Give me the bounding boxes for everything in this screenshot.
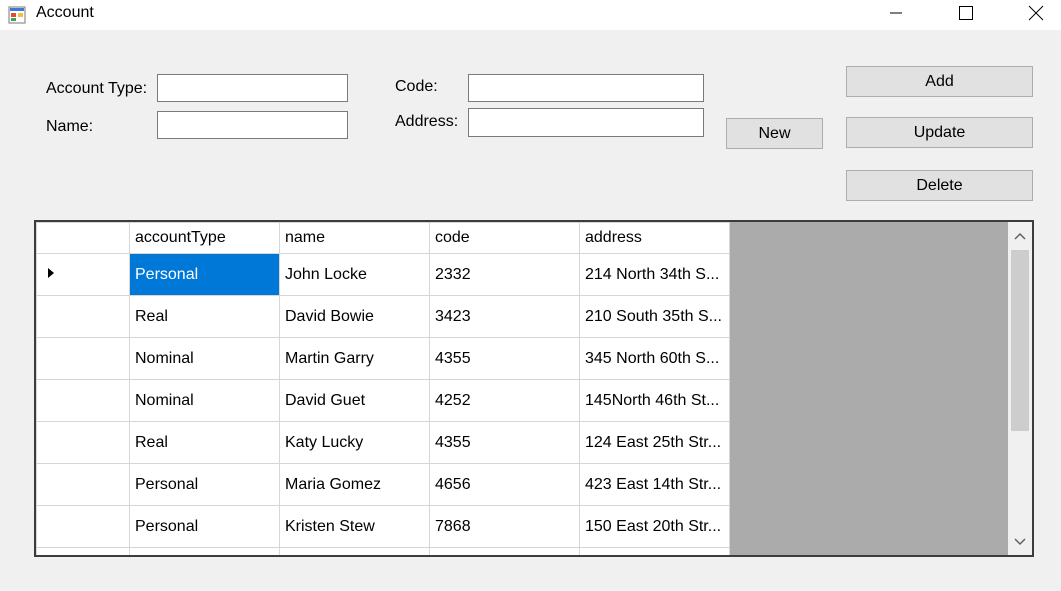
row-header[interactable] <box>36 295 130 338</box>
cell-name[interactable]: David Bowie <box>279 295 430 338</box>
cell-address[interactable]: 124 East 25th Str... <box>579 421 730 464</box>
table-row[interactable]: Personal John Locke 2332 214 North 34th … <box>36 253 730 296</box>
chevron-down-icon <box>1014 534 1026 550</box>
column-header-name[interactable]: name <box>279 222 430 254</box>
cell-code[interactable]: 3423 <box>429 295 580 338</box>
title-bar: Account <box>0 0 1061 30</box>
row-header[interactable] <box>36 505 130 548</box>
current-row-arrow-icon <box>47 266 55 284</box>
cell-name[interactable]: John Locke <box>279 253 430 296</box>
table-row[interactable]: Nominal Martin Garry 4355 345 North 60th… <box>36 337 730 380</box>
cell-address[interactable]: 150 East 20th Str... <box>579 505 730 548</box>
delete-button[interactable]: Delete <box>846 170 1033 201</box>
header-row: accountType name code address <box>36 222 730 254</box>
scroll-down-button[interactable] <box>1008 531 1032 553</box>
cell-accounttype[interactable] <box>129 547 280 555</box>
scroll-thumb[interactable] <box>1011 250 1029 431</box>
address-input[interactable] <box>468 108 704 137</box>
maximize-icon <box>958 5 974 25</box>
column-header-address[interactable]: address <box>579 222 730 254</box>
row-header[interactable] <box>36 421 130 464</box>
close-button[interactable] <box>1013 0 1059 30</box>
add-button[interactable]: Add <box>846 66 1033 97</box>
cell-address[interactable] <box>579 547 730 555</box>
cell-accounttype[interactable]: Nominal <box>129 379 280 422</box>
cell-code[interactable]: 4252 <box>429 379 580 422</box>
cell-name[interactable]: David Guet <box>279 379 430 422</box>
chevron-up-icon <box>1014 228 1026 244</box>
column-header-code[interactable]: code <box>429 222 580 254</box>
cell-address[interactable]: 210 South 35th S... <box>579 295 730 338</box>
row-header[interactable] <box>36 337 130 380</box>
cell-name[interactable]: Maria Gomez <box>279 463 430 506</box>
close-icon <box>1028 5 1044 25</box>
cell-name[interactable]: Martin Garry <box>279 337 430 380</box>
update-button[interactable]: Update <box>846 117 1033 148</box>
cell-code[interactable] <box>429 547 580 555</box>
cell-code[interactable]: 7868 <box>429 505 580 548</box>
code-input[interactable] <box>468 74 704 102</box>
table-row[interactable]: Personal Kristen Stew 7868 150 East 20th… <box>36 505 730 548</box>
row-header[interactable] <box>36 547 130 555</box>
row-header[interactable] <box>36 379 130 422</box>
table-row[interactable]: Personal Maria Gomez 4656 423 East 14th … <box>36 463 730 506</box>
table-row[interactable]: Real David Bowie 3423 210 South 35th S..… <box>36 295 730 338</box>
cell-accounttype[interactable]: Real <box>129 421 280 464</box>
cell-name[interactable] <box>279 547 430 555</box>
column-header-accounttype[interactable]: accountType <box>129 222 280 254</box>
minimize-button[interactable] <box>873 0 919 30</box>
row-header[interactable] <box>36 253 130 296</box>
table-row[interactable]: Nominal David Guet 4252 145North 46th St… <box>36 379 730 422</box>
cell-code[interactable]: 4355 <box>429 421 580 464</box>
corner-header[interactable] <box>36 222 130 254</box>
row-header[interactable] <box>36 463 130 506</box>
cell-accounttype[interactable]: Personal <box>129 505 280 548</box>
cell-accounttype[interactable]: Nominal <box>129 337 280 380</box>
window-title: Account <box>36 4 94 21</box>
cell-accounttype[interactable]: Real <box>129 295 280 338</box>
account-type-input[interactable] <box>157 74 348 102</box>
cell-address[interactable]: 214 North 34th S... <box>579 253 730 296</box>
cell-address[interactable]: 145North 46th St... <box>579 379 730 422</box>
address-label: Address: <box>395 113 459 130</box>
cell-accounttype[interactable]: Personal <box>129 463 280 506</box>
cell-name[interactable]: Kristen Stew <box>279 505 430 548</box>
account-type-label: Account Type: <box>46 80 148 97</box>
cell-name[interactable]: Katy Lucky <box>279 421 430 464</box>
cell-code[interactable]: 2332 <box>429 253 580 296</box>
accounts-table: accountType name code address Personal J… <box>36 222 730 555</box>
code-label: Code: <box>395 78 438 95</box>
accounts-data-grid[interactable]: accountType name code address Personal J… <box>34 220 1034 557</box>
cell-address[interactable]: 423 East 14th Str... <box>579 463 730 506</box>
minimize-icon <box>888 5 904 25</box>
cell-address[interactable]: 345 North 60th S... <box>579 337 730 380</box>
name-label: Name: <box>46 118 94 135</box>
cell-code[interactable]: 4656 <box>429 463 580 506</box>
cell-code[interactable]: 4355 <box>429 337 580 380</box>
vertical-scrollbar[interactable] <box>1008 222 1032 555</box>
maximize-button[interactable] <box>943 0 989 30</box>
cell-accounttype[interactable]: Personal <box>129 253 280 296</box>
table-row[interactable]: Real Katy Lucky 4355 124 East 25th Str..… <box>36 421 730 464</box>
name-input[interactable] <box>157 111 348 139</box>
new-button[interactable]: New <box>726 118 823 149</box>
table-row-partial[interactable] <box>36 547 730 555</box>
scroll-up-button[interactable] <box>1008 225 1032 247</box>
app-icon <box>8 6 26 24</box>
